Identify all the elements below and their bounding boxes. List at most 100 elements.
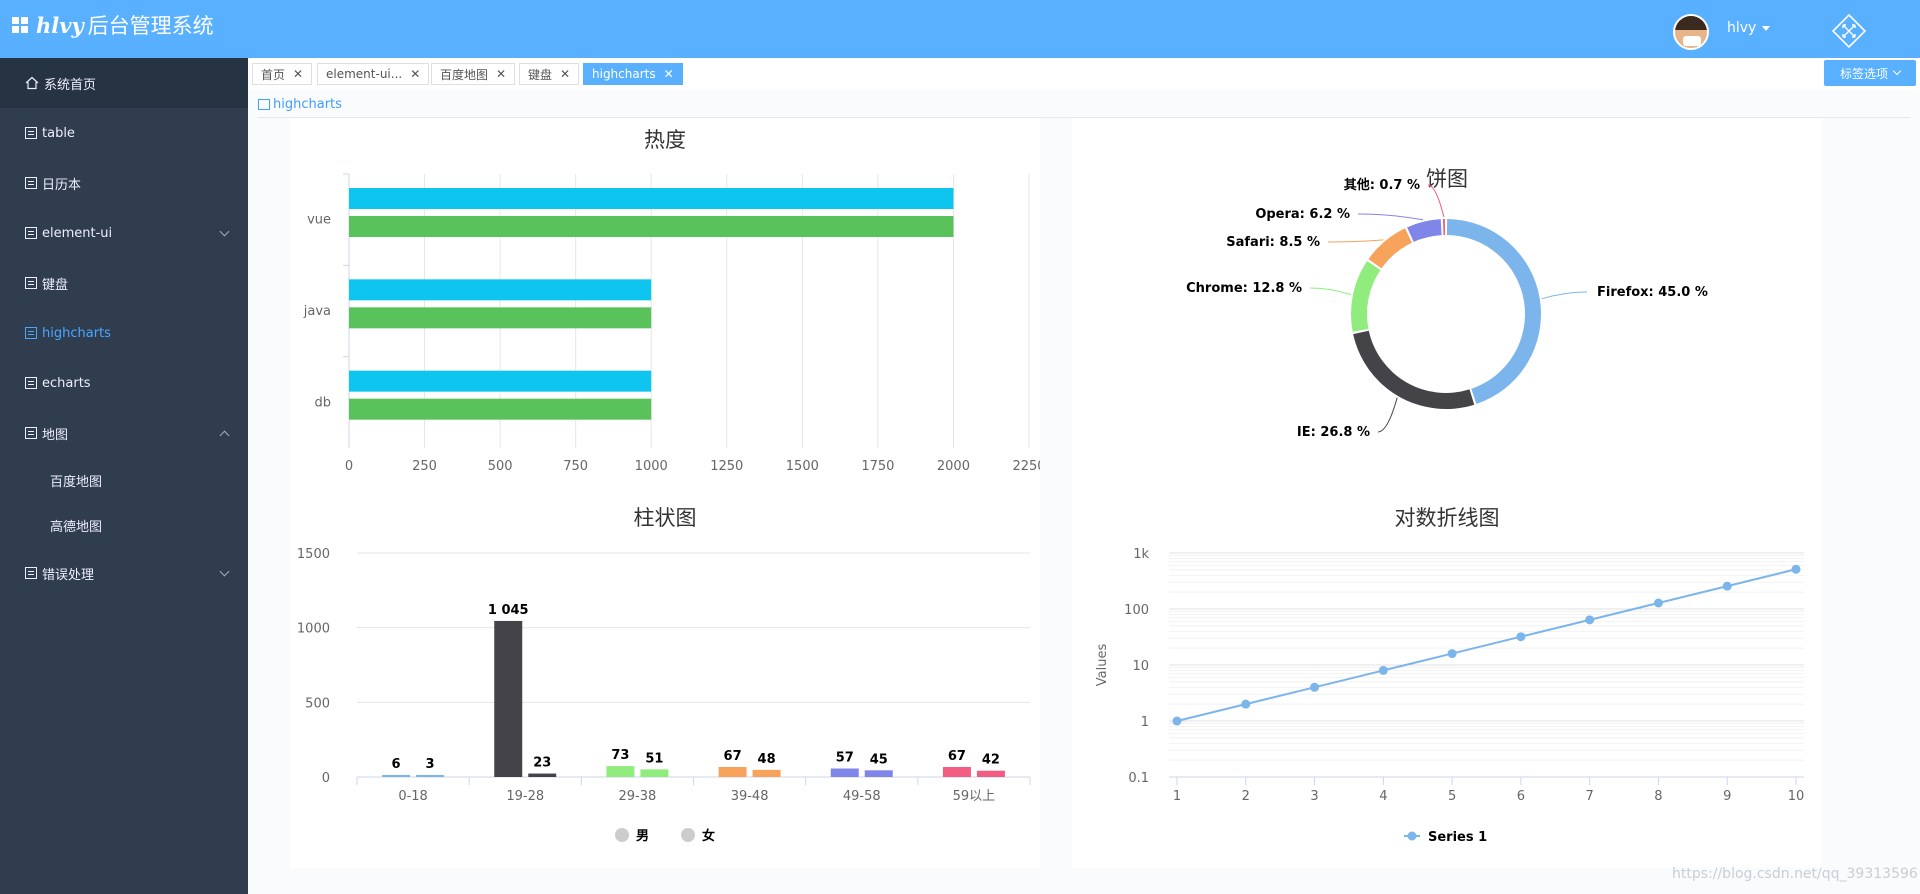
sidebar-item-label: 百度地图 [50, 475, 103, 490]
y-tick-label: 500 [305, 696, 330, 711]
data-label: 其他: 0.7 % [1344, 177, 1420, 193]
caret-down-icon [1762, 25, 1771, 31]
bar [349, 216, 954, 237]
map-icon [25, 427, 37, 439]
x-tick-label: 10 [1788, 789, 1805, 804]
data-label: 42 [982, 753, 1000, 768]
close-icon[interactable]: ✕ [664, 67, 674, 81]
data-label: 67 [724, 749, 742, 764]
sidebar-item-label: 错误处理 [42, 567, 95, 583]
data-point [1585, 615, 1595, 625]
tab-baidu-map[interactable]: 百度地图 ✕ [431, 63, 516, 85]
tab-label: 首页 [261, 67, 286, 82]
y-tick-label: vue [307, 213, 331, 228]
pie-slice [1442, 219, 1446, 236]
sidebar-item-highcharts[interactable]: highcharts [0, 308, 248, 358]
x-tick-label: 59以上 [953, 789, 996, 804]
y-tick-label: 1000 [297, 622, 330, 637]
sidebar: 系统首页 table 日历本 element-ui 键盘 highcharts … [0, 58, 248, 894]
bar [830, 768, 859, 777]
x-tick-label: 1750 [861, 459, 894, 474]
x-tick-label: 0 [345, 459, 353, 474]
tab-options-label: 标签选项 [1839, 66, 1888, 81]
bar [752, 769, 781, 777]
chevron-down-icon [219, 226, 230, 237]
y-tick-label: 0.1 [1128, 771, 1149, 786]
bar [864, 770, 893, 777]
tab-highcharts[interactable]: highcharts ✕ [583, 63, 683, 85]
connector-line [1377, 397, 1398, 433]
sidebar-item-label: element-ui [42, 225, 113, 241]
tab-keyboard[interactable]: 键盘 ✕ [519, 63, 580, 85]
chart-icon [25, 377, 37, 389]
pie-slice [1446, 219, 1542, 404]
data-label: 6 [392, 757, 401, 772]
sidebar-subitem-amap[interactable]: 高德地图 [0, 503, 248, 548]
sidebar-item-label: 高德地图 [50, 520, 103, 535]
bar [640, 769, 669, 777]
x-tick-label: 2250 [1012, 459, 1040, 474]
sidebar-item-home[interactable]: 系统首页 [0, 58, 248, 108]
home-icon [25, 76, 39, 90]
x-tick-label: 7 [1586, 789, 1594, 804]
tab-element-ui[interactable]: element-ui... ✕ [317, 63, 430, 85]
legend-label: 男 [636, 829, 649, 844]
x-tick-label: 2 [1242, 789, 1250, 804]
sidebar-item-echarts[interactable]: echarts [0, 358, 248, 408]
sidebar-item-label: 地图 [42, 427, 69, 443]
sidebar-item-element-ui[interactable]: element-ui [0, 208, 248, 258]
x-tick-label: 750 [563, 459, 588, 474]
chevron-up-icon [219, 430, 230, 441]
sidebar-item-label: 键盘 [42, 277, 69, 293]
legend-label: Series 1 [1428, 830, 1487, 845]
data-point [1516, 632, 1526, 642]
tab-options-button[interactable]: 标签选项 [1824, 60, 1916, 86]
tab-home[interactable]: 首页 ✕ [252, 63, 313, 85]
bar [942, 766, 971, 777]
pie-chart: 饼图Firefox: 45.0 %IE: 26.8 %Chrome: 12.8 … [1186, 167, 1708, 440]
data-point [1172, 716, 1182, 726]
data-point [1722, 581, 1732, 591]
data-label: Firefox: 45.0 % [1597, 285, 1708, 300]
bar [349, 307, 652, 329]
app-logo[interactable]: hlvy 后台管理系统 [12, 10, 214, 40]
y-tick-label: 10 [1132, 659, 1149, 674]
chevron-down-icon [1892, 66, 1902, 76]
x-tick-label: 8 [1654, 789, 1662, 804]
bar [349, 279, 652, 301]
y-tick-label: 1 [1141, 715, 1149, 730]
grid-menu-icon[interactable] [12, 17, 28, 33]
sidebar-item-table[interactable]: table [0, 108, 248, 158]
breadcrumb-current: highcharts [273, 97, 342, 112]
tab-label: 键盘 [528, 67, 553, 82]
sidebar-item-label: highcharts [42, 325, 111, 341]
close-icon[interactable]: ✕ [410, 67, 420, 81]
sidebar-item-map[interactable]: 地图 [0, 408, 248, 458]
x-tick-label: 250 [412, 459, 437, 474]
data-point [1378, 665, 1388, 675]
data-label: 45 [870, 752, 888, 767]
log-line-chart: 对数折线图 0.1 1 10 100 1k 1 2 3 4 5 6 7 8 9 10 Values Series … [1095, 506, 1805, 845]
data-label: Chrome: 12.8 % [1186, 281, 1302, 296]
bar-chart-heat: 热度 0 250 500 750 1000 1250 1500 1750 2000 2250 vue j… [303, 128, 1046, 474]
user-avatar[interactable] [1673, 14, 1709, 50]
close-icon[interactable]: ✕ [496, 67, 506, 81]
column-chart: 柱状图 0 500 1000 1500 0-18 6 3 19-28 1 045 23 29-38 73… [297, 506, 1031, 844]
fullscreen-icon[interactable] [1832, 14, 1866, 48]
tab-label: 百度地图 [440, 67, 489, 82]
tab-label: highcharts [592, 67, 656, 81]
legend-marker [681, 828, 695, 842]
chart-icon [25, 327, 37, 339]
close-icon[interactable]: ✕ [560, 67, 570, 81]
legend-label: 女 [702, 828, 715, 844]
data-point [1241, 699, 1251, 709]
data-label: Safari: 8.5 % [1226, 235, 1320, 250]
bar [528, 773, 557, 777]
close-icon[interactable]: ✕ [293, 67, 303, 81]
sidebar-subitem-baidu-map[interactable]: 百度地图 [0, 458, 248, 503]
user-dropdown[interactable]: hlvy [1727, 20, 1771, 36]
sidebar-item-error-handling[interactable]: 错误处理 [0, 548, 248, 598]
chart-panel-heat: 热度 0 250 500 750 1000 1250 1500 1750 2000 2250 vue j… [290, 118, 1046, 490]
sidebar-item-keyboard[interactable]: 键盘 [0, 258, 248, 308]
sidebar-item-calendar[interactable]: 日历本 [0, 158, 248, 208]
